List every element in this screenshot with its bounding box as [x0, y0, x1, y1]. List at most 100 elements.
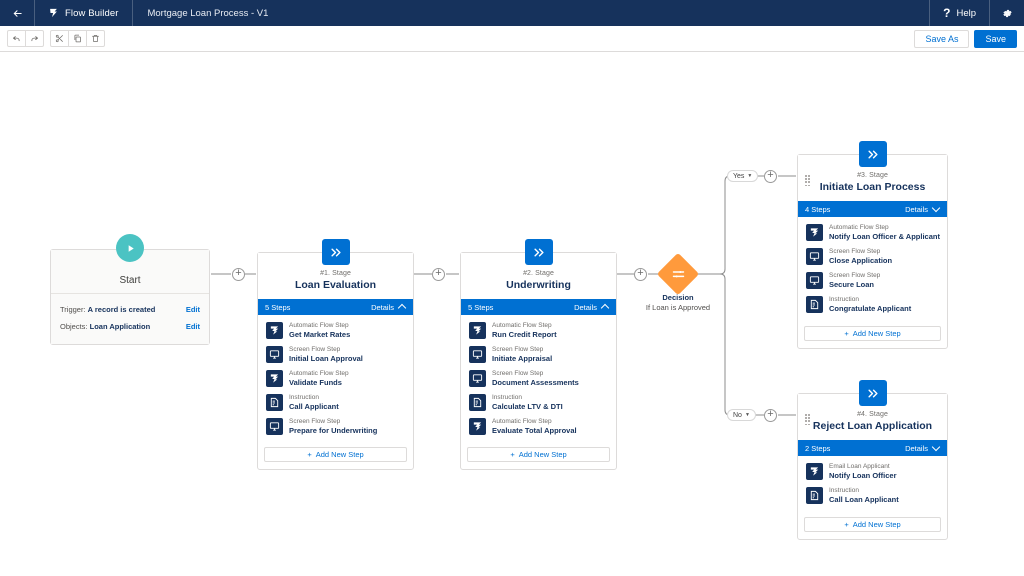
- step-row[interactable]: Instruction Call Applicant: [264, 391, 407, 415]
- stage-card-3[interactable]: #3. Stage Initiate Loan Process 4 Steps …: [797, 154, 948, 349]
- stage-title-4: Reject Loan Application: [806, 420, 939, 432]
- step-name: Call Applicant: [289, 402, 339, 412]
- add-new-step-button-4[interactable]: + Add New Step: [804, 517, 941, 532]
- save-as-button[interactable]: Save As: [914, 30, 969, 48]
- add-new-step-label-3: Add New Step: [853, 329, 901, 338]
- add-element-button-yes[interactable]: +: [764, 170, 777, 183]
- start-trigger-edit-link[interactable]: Edit: [186, 305, 200, 314]
- drag-handle-4[interactable]: [805, 414, 810, 425]
- stage-title-2: Underwriting: [469, 279, 608, 291]
- step-row[interactable]: Automatic Flow Step Validate Funds: [264, 367, 407, 391]
- details-label-4: Details: [905, 444, 928, 453]
- plus-glyph: +: [637, 268, 643, 279]
- dot: [805, 420, 807, 422]
- step-row[interactable]: Screen Flow Step Secure Loan: [804, 269, 941, 293]
- step-name: Call Loan Applicant: [829, 495, 899, 505]
- redo-button[interactable]: [25, 30, 44, 47]
- flow-builder-icon: [49, 8, 58, 18]
- stage-details-toggle-3[interactable]: 4 Steps Details: [798, 201, 947, 217]
- stage-card-1[interactable]: #1. Stage Loan Evaluation 5 Steps Detail…: [257, 252, 414, 470]
- start-objects-edit-link[interactable]: Edit: [186, 322, 200, 331]
- step-row[interactable]: Screen Flow Step Initiate Appraisal: [467, 343, 610, 367]
- stage-steps-list-4: Email Loan Applicant Notify Loan Officer…: [798, 456, 947, 513]
- add-element-button-3[interactable]: +: [634, 268, 647, 281]
- play-icon: [116, 234, 144, 262]
- cut-button[interactable]: [50, 30, 69, 47]
- help-label: Help: [956, 8, 976, 19]
- start-trigger-row: Trigger: A record is created Edit: [60, 301, 200, 318]
- history-tool-group: [7, 30, 43, 47]
- start-objects-label: Objects:: [60, 322, 88, 331]
- step-type: Screen Flow Step: [289, 418, 377, 426]
- add-new-step-button-1[interactable]: + Add New Step: [264, 447, 407, 462]
- dot: [805, 417, 807, 419]
- dot: [805, 424, 807, 426]
- scissors-icon: [55, 34, 64, 43]
- flow-title: Mortgage Loan Process - V1: [133, 0, 282, 26]
- step-row[interactable]: Automatic Flow Step Run Credit Report: [467, 319, 610, 343]
- add-element-button-no[interactable]: +: [764, 409, 777, 422]
- step-type: Instruction: [829, 487, 899, 495]
- stage-details-toggle-4[interactable]: 2 Steps Details: [798, 440, 947, 456]
- dot: [805, 185, 807, 187]
- plus-glyph: +: [435, 268, 441, 279]
- stage-card-4[interactable]: #4. Stage Reject Loan Application 2 Step…: [797, 393, 948, 540]
- start-node[interactable]: Start Trigger: A record is created Edit …: [50, 249, 210, 345]
- double-chevron-icon: [525, 239, 553, 265]
- flow-canvas[interactable]: Start Trigger: A record is created Edit …: [0, 52, 1024, 576]
- trash-icon: [91, 34, 100, 43]
- branch-label-no[interactable]: No ▼: [727, 409, 756, 421]
- decision-node[interactable]: Decision If Loan is Approved: [630, 259, 726, 312]
- step-row[interactable]: Screen Flow Step Initial Loan Approval: [264, 343, 407, 367]
- automatic-flow-icon: [469, 322, 486, 339]
- step-type: Email Loan Applicant: [829, 463, 897, 471]
- add-new-step-button-3[interactable]: + Add New Step: [804, 326, 941, 341]
- stage-number-2: #2. Stage: [469, 270, 608, 277]
- step-row[interactable]: Instruction Call Loan Applicant: [804, 484, 941, 508]
- step-text: Automatic Flow Step Evaluate Total Appro…: [492, 418, 577, 436]
- chevron-down-icon: [933, 206, 940, 213]
- stage-details-toggle-1[interactable]: 5 Steps Details: [258, 299, 413, 315]
- delete-button[interactable]: [86, 30, 105, 47]
- step-row[interactable]: Screen Flow Step Prepare for Underwritin…: [264, 415, 407, 439]
- help-button[interactable]: ? Help: [930, 0, 989, 26]
- step-row[interactable]: Screen Flow Step Document Assessments: [467, 367, 610, 391]
- step-text: Instruction Call Loan Applicant: [829, 487, 899, 505]
- screen-flow-icon: [266, 346, 283, 363]
- arrow-left-icon: [12, 8, 23, 19]
- start-trigger-value: A record is created: [88, 305, 156, 314]
- dot: [808, 414, 810, 416]
- add-element-button-1[interactable]: +: [232, 268, 245, 281]
- screen-flow-icon: [469, 370, 486, 387]
- step-row[interactable]: Instruction Calculate LTV & DTI: [467, 391, 610, 415]
- add-element-button-2[interactable]: +: [432, 268, 445, 281]
- step-row[interactable]: Automatic Flow Step Notify Loan Officer …: [804, 221, 941, 245]
- drag-handle-3[interactable]: [805, 175, 810, 186]
- add-new-step-label-4: Add New Step: [853, 520, 901, 529]
- step-text: Instruction Congratulate Applicant: [829, 296, 911, 314]
- step-row[interactable]: Instruction Congratulate Applicant: [804, 293, 941, 317]
- stage-details-toggle-2[interactable]: 5 Steps Details: [461, 299, 616, 315]
- save-button[interactable]: Save: [974, 30, 1017, 48]
- undo-button[interactable]: [7, 30, 26, 47]
- branch-label-yes[interactable]: Yes ▼: [727, 170, 758, 182]
- add-new-step-button-2[interactable]: + Add New Step: [467, 447, 610, 462]
- step-row[interactable]: Automatic Flow Step Evaluate Total Appro…: [467, 415, 610, 439]
- step-row[interactable]: Screen Flow Step Close Application: [804, 245, 941, 269]
- step-name: Validate Funds: [289, 378, 349, 388]
- flow-builder-brand[interactable]: Flow Builder: [35, 0, 132, 26]
- plus-icon: +: [510, 450, 514, 459]
- copy-button[interactable]: [68, 30, 87, 47]
- step-row[interactable]: Automatic Flow Step Get Market Rates: [264, 319, 407, 343]
- add-new-step-label-1: Add New Step: [316, 450, 364, 459]
- stage-title-3: Initiate Loan Process: [806, 181, 939, 193]
- back-button[interactable]: [0, 0, 34, 26]
- plus-glyph: +: [235, 268, 241, 279]
- stage-card-2[interactable]: #2. Stage Underwriting 5 Steps Details A…: [460, 252, 617, 470]
- start-objects-text: Objects: Loan Application: [60, 322, 150, 331]
- details-toggle-wrap-1: Details: [371, 303, 406, 312]
- settings-button[interactable]: [990, 0, 1024, 26]
- step-row[interactable]: Email Loan Applicant Notify Loan Officer: [804, 460, 941, 484]
- decision-diamond[interactable]: [657, 253, 699, 295]
- stage-steps-list-2: Automatic Flow Step Run Credit Report Sc…: [461, 315, 616, 443]
